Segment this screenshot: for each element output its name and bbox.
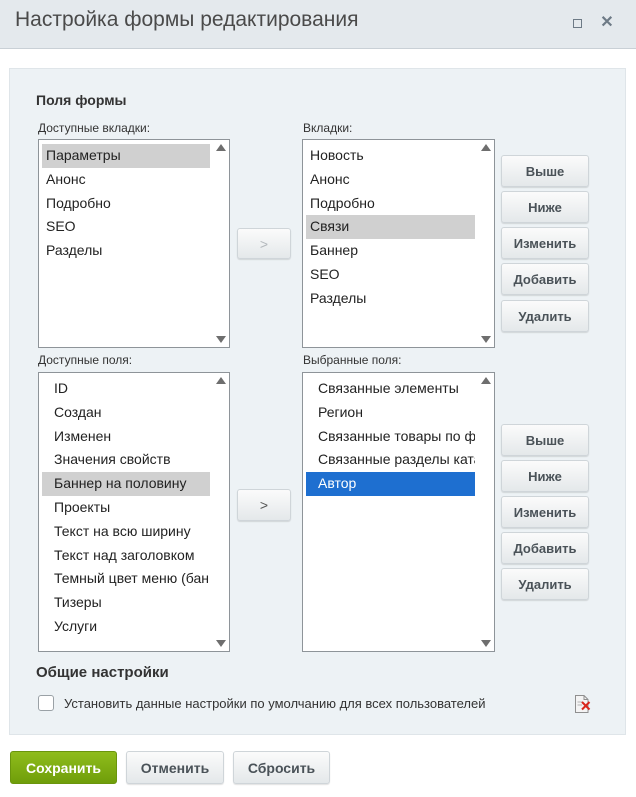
tab-up-button[interactable]: Выше [501,155,589,187]
maximize-icon[interactable] [567,13,587,33]
scroll-down-icon[interactable] [216,336,226,343]
tabs-scrollbar[interactable] [478,140,494,347]
tab-item[interactable]: Анонс [306,168,475,192]
selected-fields-label: Выбранные поля: [303,353,402,367]
field-up-button[interactable]: Выше [501,424,589,456]
selected-fields-scrollbar[interactable] [478,373,494,651]
available-fields-list[interactable]: ID Создан Изменен Значения свойств Баннер на… [38,372,230,652]
available-field-item[interactable]: Создан [42,401,210,425]
available-tab-item[interactable]: SEO [42,215,210,239]
available-field-item[interactable]: Баннер на половину [42,472,210,496]
available-tabs-scrollbar[interactable] [213,140,229,347]
available-field-item[interactable]: ID [42,377,210,401]
reset-button[interactable]: Сбросить [233,751,330,784]
scroll-up-icon[interactable] [216,144,226,151]
default-for-all-label: Установить данные настройки по умолчанию… [64,696,486,711]
available-field-item[interactable]: Темный цвет меню (бан [42,567,210,591]
form-fields-title: Поля формы [36,92,127,108]
field-add-button[interactable]: Добавить [501,532,589,564]
field-down-button[interactable]: Ниже [501,460,589,492]
scroll-up-icon[interactable] [481,377,491,384]
available-field-item[interactable]: Изменен [42,425,210,449]
general-settings-title: Общие настройки [36,664,169,681]
selected-field-item[interactable]: Связанные элементы [306,377,475,401]
selected-field-item[interactable]: Регион [306,401,475,425]
dialog-titlebar: Настройка формы редактирования ✕ [0,0,636,49]
available-fields-label: Доступные поля: [38,353,133,367]
available-field-item[interactable]: Текст на всю ширину [42,520,210,544]
available-tab-item[interactable]: Разделы [42,239,210,263]
tab-item[interactable]: Связи [306,215,475,240]
save-button[interactable]: Сохранить [10,751,117,784]
default-for-all-checkbox[interactable] [38,695,54,711]
tabs-list[interactable]: Новость Анонс Подробно Связи Баннер SEO Раздел… [302,139,495,348]
available-field-item[interactable]: Текст над заголовком [42,544,210,568]
tab-add-button[interactable]: Добавить [501,263,589,295]
tab-edit-button[interactable]: Изменить [501,227,589,259]
available-tab-item[interactable]: Параметры [42,144,210,168]
add-tab-button[interactable]: > [237,228,291,259]
document-delete-icon[interactable] [574,695,591,713]
available-tab-item[interactable]: Анонс [42,168,210,192]
tab-item[interactable]: Новость [306,144,475,168]
selected-fields-list[interactable]: Связанные элементы Регион Связанные товары… [302,372,495,652]
available-tab-item[interactable]: Подробно [42,192,210,216]
tab-item[interactable]: SEO [306,263,475,287]
selected-field-item[interactable]: Связанные товары по ф [306,425,475,449]
scroll-up-icon[interactable] [216,377,226,384]
tab-item[interactable]: Подробно [306,192,475,216]
available-fields-scrollbar[interactable] [213,373,229,651]
dialog-title: Настройка формы редактирования [15,8,359,31]
scroll-down-icon[interactable] [481,640,491,647]
available-field-item[interactable]: Проекты [42,496,210,520]
available-field-item[interactable]: Услуги [42,615,210,639]
scroll-down-icon[interactable] [481,336,491,343]
available-field-item[interactable]: Значения свойств [42,448,210,472]
field-delete-button[interactable]: Удалить [501,568,589,600]
scroll-down-icon[interactable] [216,640,226,647]
tab-item[interactable]: Баннер [306,239,475,263]
tab-delete-button[interactable]: Удалить [501,300,589,332]
selected-field-item[interactable]: Связанные разделы ката [306,448,475,472]
cancel-button[interactable]: Отменить [126,751,224,784]
tab-item[interactable]: Разделы [306,287,475,311]
selected-field-item[interactable]: Автор [306,472,475,496]
field-edit-button[interactable]: Изменить [501,496,589,528]
available-field-item[interactable]: Тизеры [42,591,210,615]
available-tabs-label: Доступные вкладки: [38,121,151,135]
available-tabs-list[interactable]: Параметры Анонс Подробно SEO Разделы [38,139,230,348]
add-field-button[interactable]: > [237,489,291,521]
scroll-up-icon[interactable] [481,144,491,151]
close-icon[interactable]: ✕ [597,13,617,33]
tab-down-button[interactable]: Ниже [501,191,589,223]
tabs-label: Вкладки: [303,121,353,135]
